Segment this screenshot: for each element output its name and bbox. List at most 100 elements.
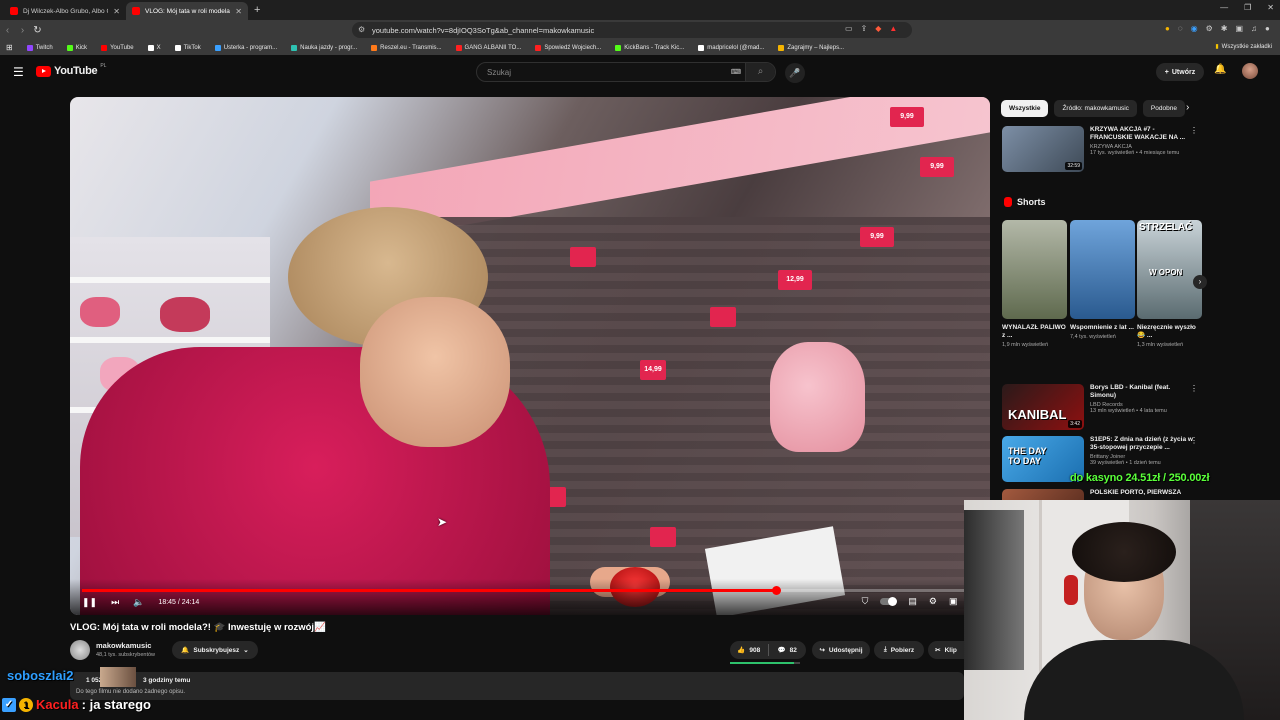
description-box[interactable]: 1 052 3 godziny temu Do tego filmu nie d… (70, 672, 964, 700)
recommendation-title[interactable]: Borys LBD - Kanibal (feat. Simonu) (1090, 384, 1194, 400)
site-info-icon[interactable]: ⚙ (358, 25, 365, 34)
mouse-cursor-icon: ➤ (437, 515, 448, 529)
all-bookmarks[interactable]: ▮ Wszystkie zakładki (1215, 43, 1272, 51)
search-input[interactable]: Szukaj ⌨ ⌕ (476, 62, 776, 82)
settings-gear-icon[interactable]: ⚙ (929, 596, 937, 607)
forward-icon[interactable]: › (15, 25, 30, 36)
sponsor-shield-icon[interactable]: ⛉ (862, 596, 869, 607)
bookmark-zagrajmy[interactable]: Zagrajmy – Najleps... (778, 44, 844, 51)
like-button[interactable]: 👍 908 (730, 646, 768, 655)
short-item[interactable]: Wspomnienie z lat ... 7,4 tys. wyświetle… (1070, 220, 1135, 341)
microphone-icon[interactable]: 🎤 (785, 63, 805, 83)
chip-all[interactable]: Wszystkie (1001, 100, 1049, 117)
short-title[interactable]: WYNALAZŁ PALIWO z ... (1002, 324, 1067, 340)
recommendation-title[interactable]: KRZYWA AKCJA #7 - FRANCUSKIE WAKACJE NA … (1090, 126, 1194, 142)
bookmark-usterka[interactable]: Usterka - program... (214, 44, 277, 51)
more-options-icon[interactable]: ⋮ (1190, 384, 1198, 393)
media-icon[interactable]: ♫ (1251, 24, 1257, 33)
extension-icon[interactable]: ◌ (1178, 24, 1183, 33)
video-thumbnail[interactable]: KANIBAL 3:42 (1002, 384, 1084, 430)
autoplay-toggle[interactable] (880, 597, 898, 606)
new-tab-icon[interactable]: + (254, 4, 260, 16)
bookmark-kick[interactable]: Kick (66, 44, 87, 51)
video-thumbnail[interactable]: 32:59 (1002, 126, 1084, 172)
close-tab-icon[interactable]: ✕ (113, 7, 120, 16)
create-button[interactable]: + Utwórz (1156, 63, 1204, 81)
next-icon[interactable]: ⏭ (111, 597, 119, 608)
close-tab-icon[interactable]: ✕ (235, 7, 242, 16)
bookmark-x[interactable]: X (147, 44, 161, 51)
volume-icon[interactable]: 🔈 (133, 597, 144, 608)
recommendation-info: KRZYWA AKCJA #7 - FRANCUSKIE WAKACJE NA … (1090, 126, 1194, 172)
menu-hamburger-icon[interactable]: ☰ (13, 65, 24, 79)
share-button[interactable]: ↪ Udostępnij (812, 641, 870, 659)
extension-icon[interactable]: ● (1165, 24, 1170, 33)
casino-goal-overlay: do kasyno 24.51zł / 250.00zł (1070, 472, 1210, 484)
reload-icon[interactable]: ↻ (30, 25, 45, 36)
short-item[interactable]: STRZELAĆ W OPON Niezręcznie wyszło 😂 ...… (1137, 220, 1202, 349)
minimize-icon[interactable]: — (1220, 3, 1228, 12)
sidebar-icon[interactable]: ▣ (1235, 24, 1243, 33)
short-item[interactable]: WYNALAZŁ PALIWO z ... 1,9 mln wyświetleń (1002, 220, 1067, 349)
share-icon[interactable]: ⇪ (861, 24, 868, 33)
channel-name[interactable]: makowkamusic (96, 641, 151, 650)
url-field[interactable]: ⚙ youtube.com/watch?v=8djIOQ3SoTg&ab_cha… (352, 22, 912, 38)
recommendation-item[interactable]: KANIBAL 3:42 Borys LBD - Kanibal (feat. … (1002, 384, 1198, 430)
recommendation-title[interactable]: S1EP5: Z dnia na dzień (z życia w 35-sto… (1090, 436, 1194, 452)
bookmark-spowiedz[interactable]: Spowiedź Wojciech... (535, 44, 601, 51)
extension-icon[interactable]: ◉ (1191, 24, 1198, 33)
alert-icon[interactable]: ▲ (889, 24, 897, 33)
bookmark-kickbans[interactable]: KickBans - Track Kic... (615, 44, 684, 51)
apps-icon[interactable]: ⊞ (6, 43, 13, 52)
bookmark-reszel[interactable]: Reszel.eu - Transmis... (371, 44, 442, 51)
keyboard-icon[interactable]: ⌨ (731, 68, 741, 76)
short-thumbnail[interactable] (1070, 220, 1135, 319)
shorts-icon (1004, 197, 1012, 207)
channel-avatar[interactable] (70, 640, 90, 660)
comments-button[interactable]: 💬 82 (769, 646, 807, 655)
bookmark-tiktok[interactable]: TikTok (174, 44, 201, 51)
progress-bar[interactable] (82, 586, 978, 595)
short-title[interactable]: Niezręcznie wyszło 😂 ... (1137, 324, 1202, 340)
chip-similar[interactable]: Podobne (1142, 100, 1185, 117)
shorts-next-icon[interactable]: › (1193, 275, 1207, 289)
short-thumbnail[interactable] (1002, 220, 1067, 319)
browser-tab[interactable]: Dj Wilczek-Albo Grubo, Albo Grubiej ✕ (4, 2, 126, 20)
short-title[interactable]: Wspomnienie z lat ... (1070, 324, 1135, 332)
more-options-icon[interactable]: ⋮ (1190, 126, 1198, 135)
avatar[interactable] (1242, 63, 1258, 79)
close-window-icon[interactable]: ✕ (1267, 3, 1274, 12)
bookmark-youtube[interactable]: YouTube (101, 44, 134, 51)
video-player[interactable]: 9,99 12,99 9,99 14,99 9,99 ➤ ❚❚ ⏭ 🔈 18:4… (70, 97, 990, 615)
profile-icon[interactable]: ● (1265, 24, 1270, 33)
subtitles-icon[interactable]: ▤ (908, 596, 917, 607)
maximize-icon[interactable]: ❐ (1244, 3, 1251, 12)
puzzle-icon[interactable]: ✱ (1221, 24, 1228, 33)
extension-icon[interactable]: ⚙ (1206, 24, 1213, 33)
more-options-icon[interactable]: ⋮ (1190, 436, 1198, 445)
bookmark-twitch[interactable]: Twitch (26, 44, 53, 51)
install-icon[interactable]: ▭ (845, 24, 853, 33)
download-button[interactable]: ⤓ Pobierz (874, 641, 924, 659)
badge-icon: 1 (19, 697, 33, 712)
browser-tab-active[interactable]: VLOG: Mój tata w roli modela?! 🎓 Inwestu… (126, 2, 248, 20)
bookmark-nauka[interactable]: Nauka jazdy - progr... (291, 44, 357, 51)
subscribe-button[interactable]: 🔔 Subskrybujesz ⌄ (172, 641, 258, 659)
chip-source[interactable]: Źródło: makowkamusic (1054, 100, 1137, 117)
recommendation-title[interactable]: POLSKIE PORTO, PIERWSZA (1090, 489, 1194, 497)
recommendation-item[interactable]: 32:59 KRZYWA AKCJA #7 - FRANCUSKIE WAKAC… (1002, 126, 1198, 172)
back-icon[interactable]: ‹ (0, 25, 15, 36)
pause-icon[interactable]: ❚❚ (82, 597, 97, 608)
youtube-logo[interactable]: YouTube PL (36, 63, 106, 77)
clip-button[interactable]: ✂ Klip (928, 641, 964, 659)
search-button[interactable]: ⌕ (745, 63, 775, 81)
bookmark-gang[interactable]: GANG ALBANII TO... (455, 44, 521, 51)
short-thumbnail[interactable]: STRZELAĆ W OPON (1137, 220, 1202, 319)
bookmark-madprice[interactable]: madpricelol (@mad... (698, 44, 764, 51)
notifications-bell-icon[interactable]: 🔔 (1214, 64, 1226, 75)
progress-scrubber[interactable] (771, 586, 781, 595)
duration-badge: 32:59 (1065, 162, 1082, 170)
shield-icon[interactable]: ◆ (875, 24, 881, 33)
chevron-right-icon[interactable]: › (1186, 102, 1189, 113)
miniplayer-icon[interactable]: ▣ (949, 596, 958, 607)
